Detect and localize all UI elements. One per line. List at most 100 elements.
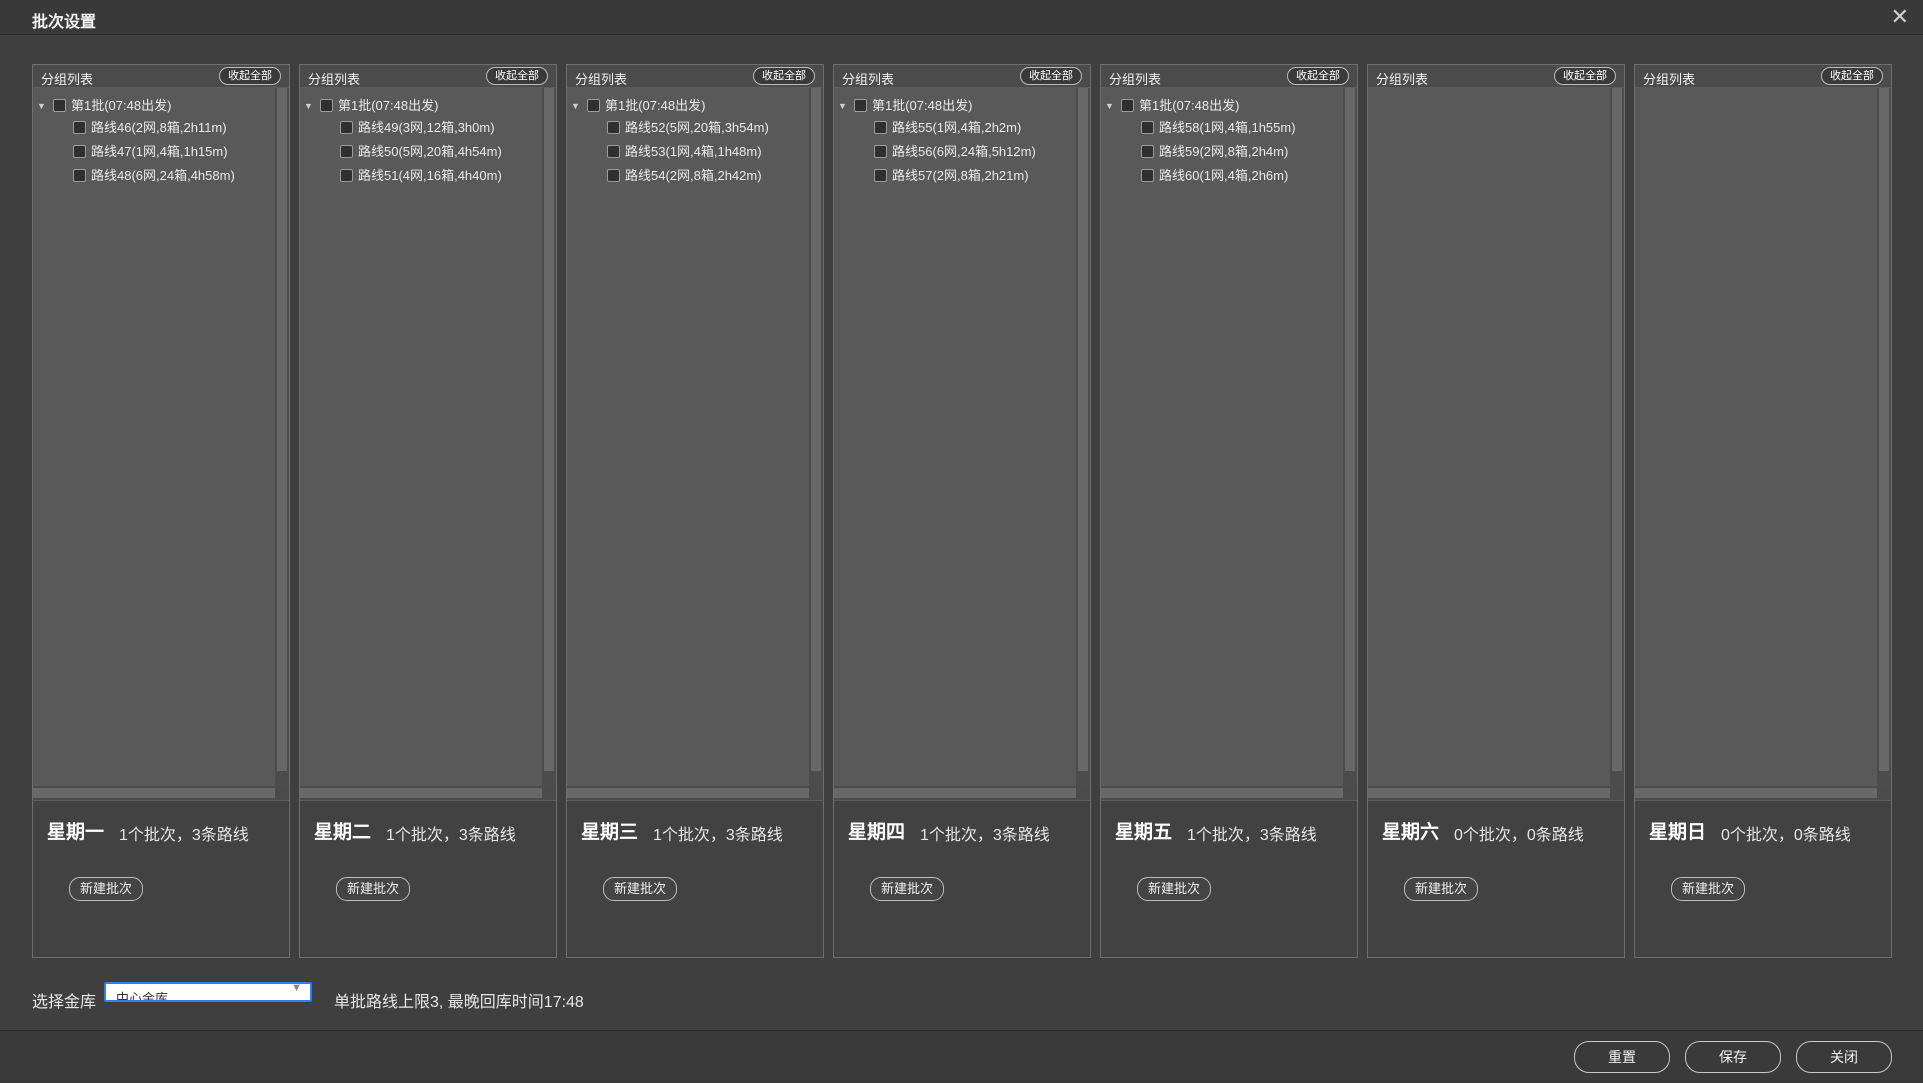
scrollbar-thumb[interactable] [834, 788, 1076, 798]
horizontal-scrollbar[interactable] [1635, 786, 1877, 800]
collapse-all-button[interactable]: 收起全部 [1554, 67, 1616, 85]
route-label: 路线51(4网,16箱,4h40m) [358, 168, 502, 183]
horizontal-scrollbar[interactable] [1101, 786, 1343, 800]
caret-down-icon[interactable]: ▼ [1105, 96, 1117, 116]
scrollbar-thumb[interactable] [1345, 88, 1355, 771]
route-node[interactable]: 路线55(1网,4箱,2h2m) [870, 118, 1021, 138]
vertical-scrollbar[interactable] [542, 88, 556, 786]
scrollbar-thumb[interactable] [33, 788, 275, 798]
day-column: 分组列表 收起全部 星期日 0个批次，0条路线 新建批次 [1634, 64, 1892, 958]
new-batch-button[interactable]: 新建批次 [336, 877, 411, 901]
scrollbar-thumb[interactable] [567, 788, 809, 798]
horizontal-scrollbar[interactable] [1368, 786, 1610, 800]
batch-checkbox[interactable] [587, 99, 600, 113]
collapse-all-button[interactable]: 收起全部 [753, 67, 815, 85]
route-node[interactable]: 路线58(1网,4箱,1h55m) [1137, 118, 1296, 138]
scrollbar-thumb[interactable] [1368, 788, 1610, 798]
route-checkbox[interactable] [73, 121, 86, 135]
route-node[interactable]: 路线47(1网,4箱,1h15m) [69, 142, 228, 162]
vertical-scrollbar[interactable] [275, 88, 289, 786]
batch-checkbox[interactable] [854, 99, 867, 113]
route-checkbox[interactable] [340, 145, 353, 159]
vertical-scrollbar[interactable] [1877, 88, 1891, 786]
vertical-scrollbar[interactable] [809, 88, 823, 786]
route-node[interactable]: 路线54(2网,8箱,2h42m) [603, 166, 762, 186]
route-checkbox[interactable] [607, 145, 620, 159]
route-checkbox[interactable] [73, 145, 86, 159]
scrollbar-thumb[interactable] [277, 88, 287, 771]
horizontal-scrollbar[interactable] [33, 786, 275, 800]
route-node[interactable]: 路线49(3网,12箱,3h0m) [336, 118, 495, 138]
batch-node[interactable]: ▼ 第1批(07:48出发) [304, 96, 438, 116]
collapse-all-button[interactable]: 收起全部 [1020, 67, 1082, 85]
new-batch-button[interactable]: 新建批次 [1671, 877, 1746, 901]
save-button[interactable]: 保存 [1685, 1041, 1781, 1073]
route-node[interactable]: 路线53(1网,4箱,1h48m) [603, 142, 762, 162]
scrollbar-thumb[interactable] [1078, 88, 1088, 771]
group-tree: ▼ 第1批(07:48出发) 路线46(2网,8箱,2h11m) 路线47(1网,4箱… [33, 88, 275, 786]
batch-checkbox[interactable] [53, 99, 66, 113]
new-batch-button[interactable]: 新建批次 [69, 877, 144, 901]
batch-node[interactable]: ▼ 第1批(07:48出发) [571, 96, 705, 116]
batch-checkbox[interactable] [1121, 99, 1134, 113]
route-node[interactable]: 路线50(5网,20箱,4h54m) [336, 142, 502, 162]
vertical-scrollbar[interactable] [1076, 88, 1090, 786]
route-checkbox[interactable] [607, 121, 620, 135]
warehouse-select[interactable]: 中心金库 ▼ [104, 982, 312, 1002]
route-checkbox[interactable] [340, 169, 353, 183]
scrollbar-thumb[interactable] [1635, 788, 1877, 798]
batch-node[interactable]: ▼ 第1批(07:48出发) [838, 96, 972, 116]
collapse-all-button[interactable]: 收起全部 [1821, 67, 1883, 85]
route-node[interactable]: 路线59(2网,8箱,2h4m) [1137, 142, 1288, 162]
reset-button[interactable]: 重置 [1574, 1041, 1670, 1073]
route-checkbox[interactable] [1141, 145, 1154, 159]
caret-down-icon[interactable]: ▼ [37, 96, 49, 116]
route-node[interactable]: 路线46(2网,8箱,2h11m) [69, 118, 227, 138]
caret-down-icon[interactable]: ▼ [571, 96, 583, 116]
route-node[interactable]: 路线51(4网,16箱,4h40m) [336, 166, 502, 186]
scrollbar-thumb[interactable] [1612, 88, 1622, 771]
scrollbar-thumb[interactable] [811, 88, 821, 771]
close-icon[interactable]: ✕ [1891, 4, 1909, 30]
route-checkbox[interactable] [874, 145, 887, 159]
route-node[interactable]: 路线60(1网,4箱,2h6m) [1137, 166, 1288, 186]
collapse-all-button[interactable]: 收起全部 [219, 67, 281, 85]
horizontal-scrollbar[interactable] [834, 786, 1076, 800]
route-checkbox[interactable] [874, 169, 887, 183]
route-node[interactable]: 路线56(6网,24箱,5h12m) [870, 142, 1036, 162]
route-label: 路线56(6网,24箱,5h12m) [892, 144, 1036, 159]
close-button[interactable]: 关闭 [1796, 1041, 1892, 1073]
new-batch-button[interactable]: 新建批次 [1137, 877, 1212, 901]
route-checkbox[interactable] [1141, 169, 1154, 183]
scrollbar-thumb[interactable] [1101, 788, 1343, 798]
scrollbar-thumb[interactable] [544, 88, 554, 771]
horizontal-scrollbar[interactable] [300, 786, 542, 800]
vertical-scrollbar[interactable] [1610, 88, 1624, 786]
collapse-all-button[interactable]: 收起全部 [486, 67, 548, 85]
route-checkbox[interactable] [1141, 121, 1154, 135]
new-batch-button[interactable]: 新建批次 [1404, 877, 1479, 901]
collapse-all-button[interactable]: 收起全部 [1287, 67, 1349, 85]
route-node[interactable]: 路线57(2网,8箱,2h21m) [870, 166, 1029, 186]
scrollbar-thumb[interactable] [1879, 88, 1889, 771]
vertical-scrollbar[interactable] [1343, 88, 1357, 786]
day-column: 分组列表 收起全部 ▼ 第1批(07:48出发) 路线55(1网,4箱,2h2m) 路线5… [833, 64, 1091, 958]
caret-down-icon[interactable]: ▼ [304, 96, 316, 116]
route-node[interactable]: 路线52(5网,20箱,3h54m) [603, 118, 769, 138]
chevron-down-icon: ▼ [291, 982, 302, 994]
route-checkbox[interactable] [340, 121, 353, 135]
caret-down-icon[interactable]: ▼ [838, 96, 850, 116]
day-stats: 1个批次，3条路线 [920, 827, 1050, 844]
batch-node[interactable]: ▼ 第1批(07:48出发) [1105, 96, 1239, 116]
new-batch-button[interactable]: 新建批次 [870, 877, 945, 901]
scrollbar-thumb[interactable] [300, 788, 542, 798]
day-name: 星期三 [581, 822, 639, 843]
new-batch-button[interactable]: 新建批次 [603, 877, 678, 901]
batch-node[interactable]: ▼ 第1批(07:48出发) [37, 96, 171, 116]
batch-checkbox[interactable] [320, 99, 333, 113]
route-node[interactable]: 路线48(6网,24箱,4h58m) [69, 166, 235, 186]
horizontal-scrollbar[interactable] [567, 786, 809, 800]
route-checkbox[interactable] [607, 169, 620, 183]
route-checkbox[interactable] [73, 169, 86, 183]
route-checkbox[interactable] [874, 121, 887, 135]
